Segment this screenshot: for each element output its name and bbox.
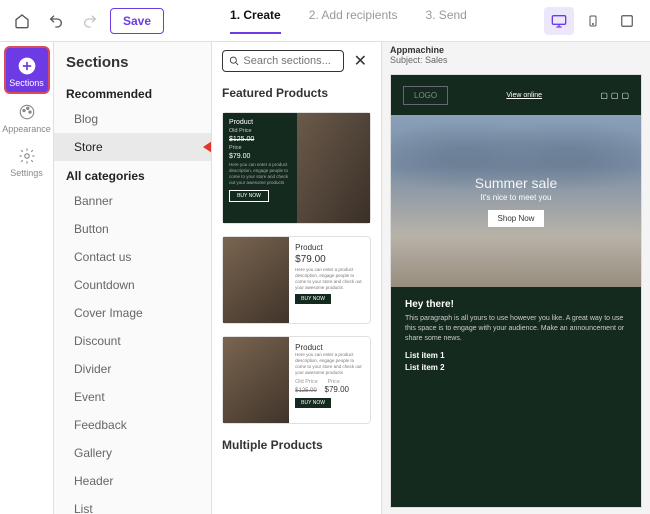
home-icon[interactable] [8, 7, 36, 35]
mobile-preview-icon[interactable] [578, 7, 608, 35]
section-item-blog[interactable]: Blog [54, 105, 211, 133]
section-item-cover[interactable]: Cover Image [54, 299, 211, 327]
top-toolbar: Save 1. Create 2. Add recipients 3. Send [0, 0, 650, 42]
tpl-desc: Here you can enter a product description… [229, 162, 291, 185]
plus-circle-icon [17, 56, 37, 76]
twitter-icon[interactable]: ▢ [611, 91, 619, 100]
section-item-feedback[interactable]: Feedback [54, 411, 211, 439]
section-item-contact[interactable]: Contact us [54, 243, 211, 271]
rail-sections[interactable]: Sections [4, 46, 50, 94]
section-item-list[interactable]: List [54, 495, 211, 514]
logo-placeholder: LOGO [403, 86, 448, 105]
section-item-discount[interactable]: Discount [54, 327, 211, 355]
preview-panel: Appmachine Subject: Sales LOGO View onli… [382, 42, 650, 514]
tpl-buy-button: BUY NOW [229, 190, 269, 202]
heading-featured: Featured Products [222, 86, 371, 100]
tpl-image-placeholder [223, 337, 289, 423]
step-send[interactable]: 3. Send [425, 8, 466, 34]
tpl-buy-button: BUY NOW [295, 294, 331, 304]
section-item-header[interactable]: Header [54, 467, 211, 495]
list-item: List item 1 [405, 351, 627, 360]
template-card[interactable]: Product Here you can enter a product des… [222, 336, 371, 424]
rail-settings[interactable]: Settings [4, 138, 50, 182]
rail-settings-label: Settings [10, 168, 43, 178]
tpl-image-placeholder [297, 113, 371, 223]
preview-expand-icon[interactable] [612, 7, 642, 35]
tpl-price-label: Price [229, 145, 291, 151]
tpl-product-label: Product [295, 343, 364, 352]
search-box[interactable] [222, 50, 344, 72]
undo-icon[interactable] [42, 7, 70, 35]
tpl-oldprice: $125.00 [229, 136, 291, 143]
heading-multiple: Multiple Products [222, 438, 371, 452]
redo-icon[interactable] [76, 7, 104, 35]
tpl-desc: Here you can enter a product description… [295, 267, 364, 290]
tpl-image-placeholder [223, 237, 289, 323]
instagram-icon[interactable]: ▢ [621, 91, 629, 100]
templates-panel: ✕ Featured Products Product Old Price $1… [212, 42, 382, 514]
preview-appname: Appmachine [390, 45, 444, 55]
step-create[interactable]: 1. Create [230, 8, 281, 34]
wizard-steps: 1. Create 2. Add recipients 3. Send [230, 8, 467, 34]
desktop-preview-icon[interactable] [544, 7, 574, 35]
preview-subject-value: Sales [425, 55, 448, 65]
search-icon [229, 55, 239, 67]
template-card[interactable]: Product $79.00 Here you can enter a prod… [222, 236, 371, 324]
sections-panel: Sections Recommended Blog Store All cate… [54, 42, 212, 514]
template-card[interactable]: Product Old Price $125.00 Price $79.00 H… [222, 112, 371, 224]
step-recipients[interactable]: 2. Add recipients [309, 8, 398, 34]
facebook-icon[interactable]: ▢ [600, 91, 608, 100]
tpl-price: $79.00 [325, 385, 349, 394]
section-item-banner[interactable]: Banner [54, 187, 211, 215]
pointer-arrow-icon [203, 135, 211, 159]
rail-appearance-label: Appearance [2, 124, 51, 134]
preview-meta: Appmachine Subject: Sales [382, 42, 650, 68]
tpl-product-label: Product [229, 119, 291, 126]
search-input[interactable] [243, 55, 336, 67]
tpl-oldprice-label: Old Price [229, 128, 291, 134]
tpl-price: $79.00 [295, 254, 364, 265]
section-item-store[interactable]: Store [54, 133, 211, 161]
view-online-link[interactable]: View online [506, 92, 542, 99]
tpl-price: $79.00 [229, 153, 291, 160]
body-greeting: Hey there! [405, 299, 627, 310]
group-all: All categories [54, 161, 211, 187]
tpl-oldprice: $125.00 [295, 388, 317, 394]
palette-icon [17, 102, 37, 122]
preview-subject-label: Subject: [390, 55, 423, 65]
rail-sections-label: Sections [9, 78, 44, 88]
tpl-buy-button: BUY NOW [295, 398, 331, 408]
gear-icon [17, 146, 37, 166]
section-item-divider[interactable]: Divider [54, 355, 211, 383]
section-item-event[interactable]: Event [54, 383, 211, 411]
section-item-gallery[interactable]: Gallery [54, 439, 211, 467]
rail-appearance[interactable]: Appearance [4, 94, 50, 138]
group-recommended: Recommended [54, 79, 211, 105]
close-icon[interactable]: ✕ [350, 51, 371, 71]
sections-title: Sections [54, 42, 211, 79]
section-item-button[interactable]: Button [54, 215, 211, 243]
list-item: List item 2 [405, 363, 627, 372]
tpl-desc: Here you can enter a product description… [295, 352, 364, 375]
save-button[interactable]: Save [110, 8, 164, 34]
hero-image: Summer sale It's nice to meet you Shop N… [391, 115, 641, 287]
left-rail: Sections Appearance Settings [0, 42, 54, 514]
section-item-store-label: Store [74, 140, 103, 154]
tpl-product-label: Product [295, 243, 364, 252]
social-icons: ▢ ▢ ▢ [600, 91, 629, 100]
section-item-countdown[interactable]: Countdown [54, 271, 211, 299]
preview-canvas[interactable]: LOGO View online ▢ ▢ ▢ Summer sale It's … [390, 74, 642, 508]
body-paragraph: This paragraph is all yours to use howev… [405, 314, 627, 343]
